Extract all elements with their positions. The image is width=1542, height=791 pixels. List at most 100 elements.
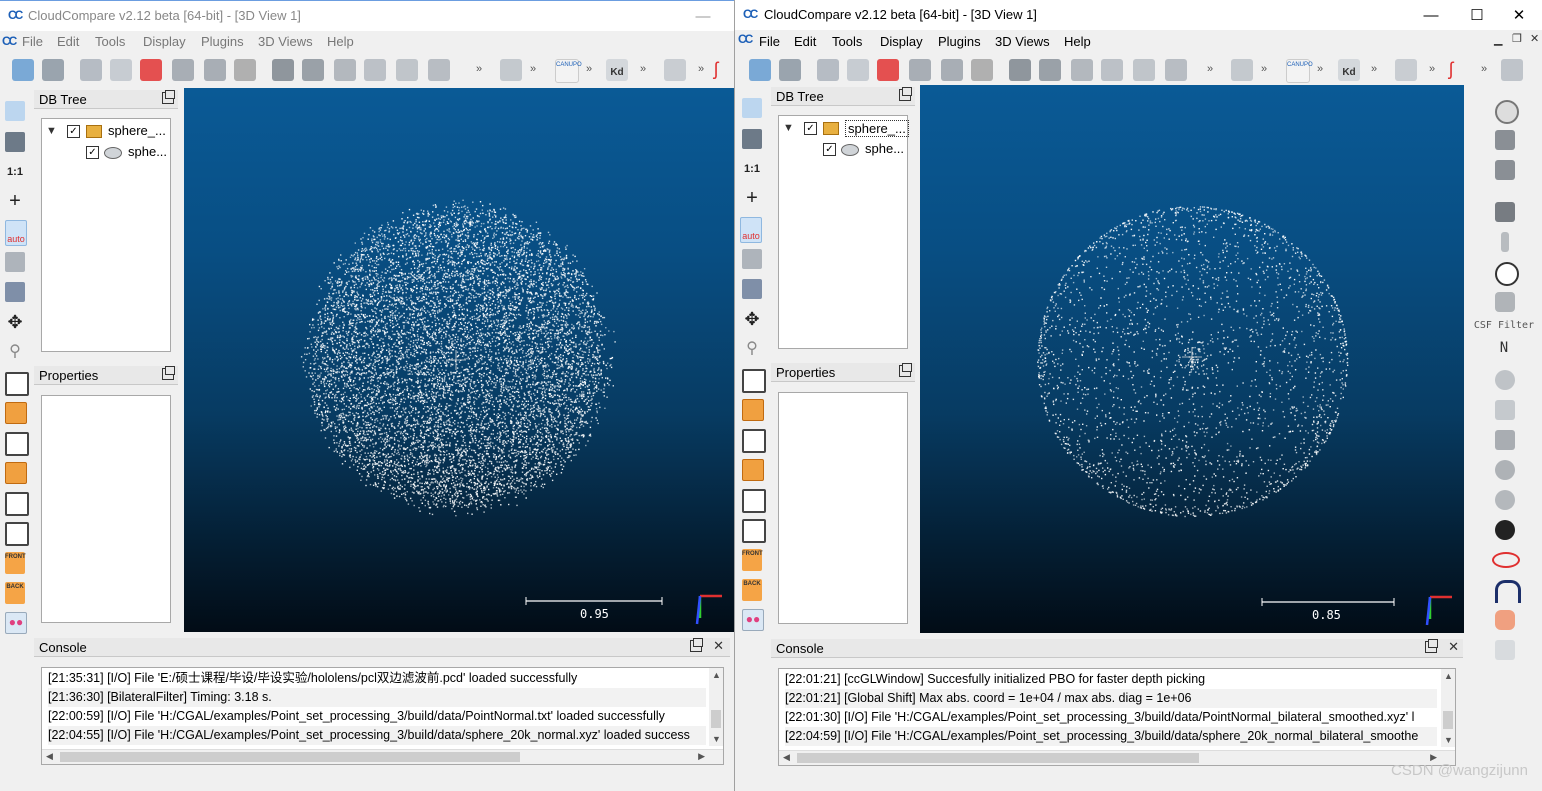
3d-view[interactable]: 0.95 [184,88,734,632]
front-view-icon[interactable]: FRONT [742,549,763,571]
animation-icon[interactable] [1495,202,1515,222]
properties-panel[interactable] [778,392,908,624]
menu-plugins[interactable]: Plugins [938,34,981,49]
move-icon[interactable]: ✥ [5,312,25,332]
measure-icon[interactable] [1495,640,1515,660]
octree-icon[interactable] [1071,59,1093,81]
scroll-thumb[interactable] [797,753,1199,763]
scroll-thumb[interactable] [711,710,721,728]
top-view-icon[interactable] [5,372,29,396]
back-view-icon[interactable]: BACK [742,579,762,601]
menu-display[interactable]: Display [143,34,186,49]
toolbar-overflow-icon[interactable]: » [640,63,646,75]
stereo-icon[interactable]: ●● [5,612,27,634]
scroll-thumb[interactable] [60,752,520,762]
scroll-thumb[interactable] [1443,711,1453,729]
s-plugin-icon[interactable]: ʃ [714,59,728,81]
close-panel-icon[interactable]: ✕ [713,638,724,654]
expand-arrow-icon[interactable]: ▼ [783,122,794,134]
kdtree-icon[interactable]: Kd [1338,59,1360,81]
maximize-button[interactable]: ☐ [1454,0,1500,30]
crosshair-icon[interactable]: + [5,191,25,212]
segment-icon[interactable] [909,59,931,81]
vertical-scrollbar[interactable]: ▲ ▼ [1441,669,1455,747]
edl-shader-icon[interactable] [1495,130,1515,150]
menu-help[interactable]: Help [327,34,354,49]
mdi-restore-icon[interactable]: ❐ [1512,32,1522,45]
menu-file[interactable]: File [22,34,43,49]
horizontal-scrollbar[interactable]: ◀ ▶ [779,750,1455,765]
minimize-button[interactable]: — [1408,0,1454,30]
one-to-one-icon[interactable]: 1:1 [742,159,762,179]
db-tree-panel[interactable]: ▼ ✓ sphere_... ✓ sphe... [41,118,171,352]
float-panel-icon[interactable] [162,366,175,380]
plugin-icon[interactable] [1501,59,1523,81]
s-plugin-icon[interactable]: ʃ [1449,59,1463,81]
menu-tools[interactable]: Tools [95,34,125,49]
open-icon[interactable] [749,59,771,81]
segment-icon[interactable] [172,59,194,81]
broom-icon[interactable] [1501,232,1509,252]
visibility-checkbox[interactable]: ✓ [804,122,817,135]
sample-points-icon[interactable] [272,59,294,81]
auto-pivot-icon[interactable]: auto [5,220,27,246]
float-panel-icon[interactable] [162,90,175,104]
scroll-left-icon[interactable]: ◀ [783,752,790,763]
toolbar-overflow-icon[interactable]: » [1261,63,1267,75]
float-panel-icon[interactable] [1425,639,1438,653]
visibility-checkbox[interactable]: ✓ [86,146,99,159]
noise-filter-icon[interactable] [396,59,418,81]
toolbar-overflow-icon[interactable]: » [1481,63,1487,75]
move-icon[interactable]: ✥ [742,309,762,329]
left-view-icon[interactable] [742,429,766,453]
magnet-icon[interactable] [1495,580,1521,603]
back-face-icon[interactable] [5,462,27,484]
app-menu-icon[interactable]: CC [738,32,756,48]
pcv-icon[interactable] [1495,430,1515,450]
menu-display[interactable]: Display [880,34,923,49]
cube-view-icon[interactable] [742,279,762,299]
select-icon[interactable] [80,59,102,81]
toolbar-overflow-icon[interactable]: » [1317,63,1323,75]
front-face-icon[interactable] [742,399,764,421]
crosshair-icon[interactable]: + [742,188,762,209]
select-icon[interactable] [817,59,839,81]
console-log[interactable]: [21:35:31] [I/O] File 'E:/硕士课程/毕设/毕设实验/h… [41,667,724,765]
scroll-left-icon[interactable]: ◀ [46,751,53,762]
console-log[interactable]: [22:01:21] [ccGLWindow] Succesfully init… [778,668,1456,766]
menu-plugins[interactable]: Plugins [201,34,244,49]
scroll-up-icon[interactable]: ▲ [1444,671,1453,681]
3d-view[interactable]: 0.85 [920,85,1464,633]
float-panel-icon[interactable] [899,363,912,377]
m3c2-icon[interactable] [1495,400,1515,420]
hpr-icon[interactable] [1495,370,1515,390]
toolbar-overflow-icon[interactable]: » [530,63,536,75]
menu-file[interactable]: File [759,34,780,49]
menu-3d-views[interactable]: 3D Views [995,34,1050,49]
visibility-checkbox[interactable]: ✓ [823,143,836,156]
bottom-view-icon[interactable] [742,519,766,543]
toolbar-overflow-icon[interactable]: » [1429,63,1435,75]
disable-icon[interactable] [1495,100,1519,124]
translate-rotate-icon[interactable] [140,59,162,81]
auto-pivot-icon[interactable]: auto [740,217,762,243]
menu-3d-views[interactable]: 3D Views [258,34,313,49]
float-panel-icon[interactable] [690,638,703,652]
close-button[interactable]: ✕ [1496,0,1542,30]
vertical-scrollbar[interactable]: ▲ ▼ [709,668,723,746]
zoom-icon[interactable]: ⚲ [742,339,762,359]
toolbar-overflow-icon[interactable]: » [698,63,704,75]
mesh-icon[interactable] [364,59,386,81]
save-icon[interactable] [779,59,801,81]
toolbar-overflow-icon[interactable]: » [476,63,482,75]
distance-icon[interactable] [428,59,450,81]
back-view-icon[interactable]: BACK [5,582,25,604]
app-menu-icon[interactable]: CC [2,34,20,50]
histogram-icon[interactable] [1231,59,1253,81]
open-icon[interactable] [12,59,34,81]
plugin-icon[interactable] [1395,59,1417,81]
gear-plugin-icon[interactable] [1495,520,1515,540]
camera-icon[interactable] [742,129,762,149]
left-view-icon[interactable] [5,432,29,456]
expand-arrow-icon[interactable]: ▼ [46,125,57,137]
